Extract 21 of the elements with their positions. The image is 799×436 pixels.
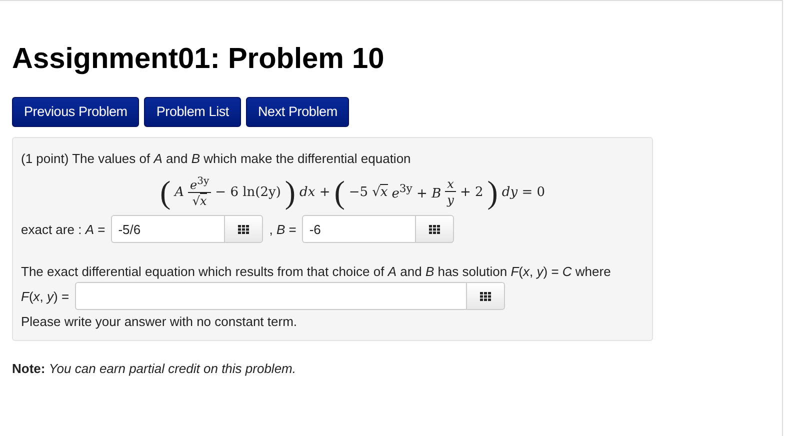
answer-field[interactable]: -5/6 bbox=[111, 215, 224, 243]
answer-field[interactable]: -6 bbox=[302, 215, 416, 243]
keypad-icon bbox=[480, 292, 492, 300]
note-text: You can earn partial credit on this problem. bbox=[48, 361, 296, 376]
page-title: Assignment01: Problem 10 bbox=[12, 43, 386, 76]
keypad-icon bbox=[238, 224, 250, 234]
nav-button[interactable]: Problem List bbox=[144, 97, 241, 127]
keypad-button[interactable] bbox=[224, 215, 264, 243]
answer-label: F(x, y) = bbox=[21, 288, 70, 304]
answer-label: , B = bbox=[269, 222, 296, 236]
answer-field[interactable] bbox=[75, 282, 466, 310]
keypad-button[interactable] bbox=[415, 215, 454, 243]
keypad-button[interactable] bbox=[466, 282, 506, 310]
answer-label: exact are : A = bbox=[21, 222, 106, 236]
note-label: Note: bbox=[12, 361, 46, 376]
problem-text: (1 point) The values of A and B which make the differential equation bbox=[21, 150, 412, 167]
problem-text: The exact differential equation which results from that choice of A and B has solution F(x, y) = C where bbox=[21, 263, 611, 280]
hint-text: Please write your answer with no constant term. bbox=[21, 313, 298, 330]
nav-button[interactable]: Previous Problem bbox=[12, 97, 140, 127]
nav-button[interactable]: Next Problem bbox=[246, 97, 350, 127]
keypad-icon bbox=[429, 224, 440, 234]
